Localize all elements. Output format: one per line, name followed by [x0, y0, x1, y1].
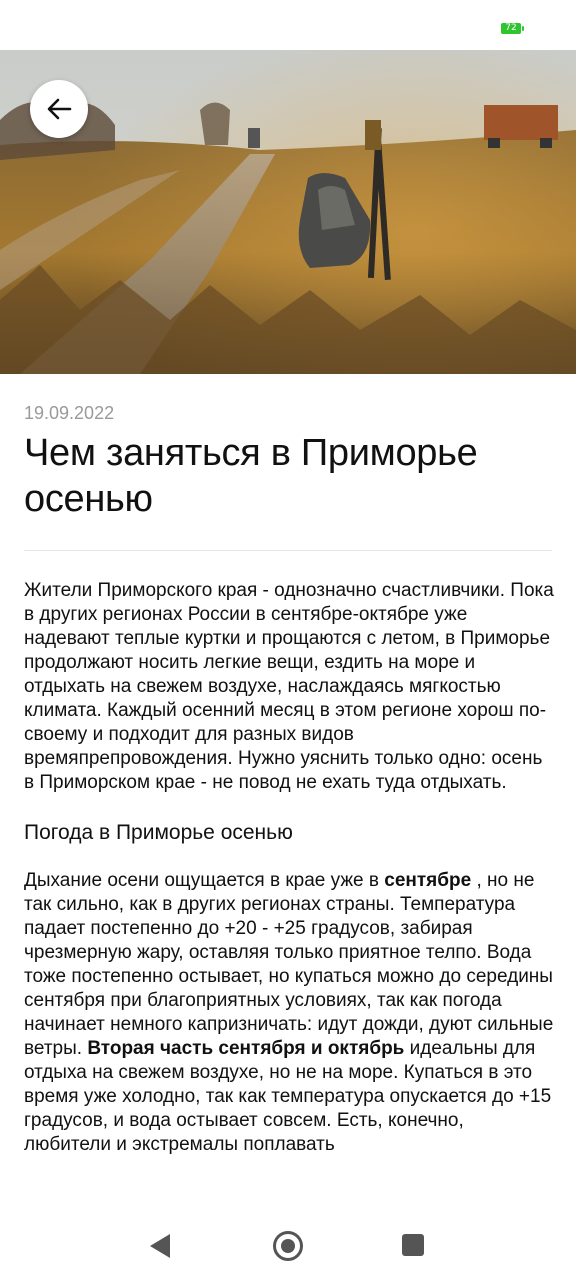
battery-icon: 72	[501, 23, 524, 34]
back-arrow-icon	[47, 98, 72, 120]
article-date: 19.09.2022	[24, 403, 115, 423]
section-heading: Погода в Приморье осенью	[24, 821, 293, 844]
article-intro: Жители Приморского края - однозначно сча…	[24, 580, 554, 793]
circle-home-icon[interactable]	[273, 1231, 303, 1261]
back-button[interactable]	[30, 80, 88, 138]
bold-text: Вторая часть сентября и октябрь	[87, 1038, 405, 1059]
article-title: Чем заняться в Приморье осенью	[24, 432, 478, 520]
bold-text: сентябре	[384, 870, 472, 891]
section-paragraph: Дыхание осени ощущается в крае уже в сен…	[24, 870, 554, 1155]
triangle-back-icon[interactable]	[150, 1234, 170, 1258]
divider	[24, 550, 552, 551]
status-bar: 72	[0, 0, 576, 50]
article-content: 19.09.2022 Чем заняться в Приморье осень…	[24, 398, 554, 1157]
square-recents-icon[interactable]	[402, 1234, 424, 1256]
system-nav-bar	[0, 1212, 576, 1280]
